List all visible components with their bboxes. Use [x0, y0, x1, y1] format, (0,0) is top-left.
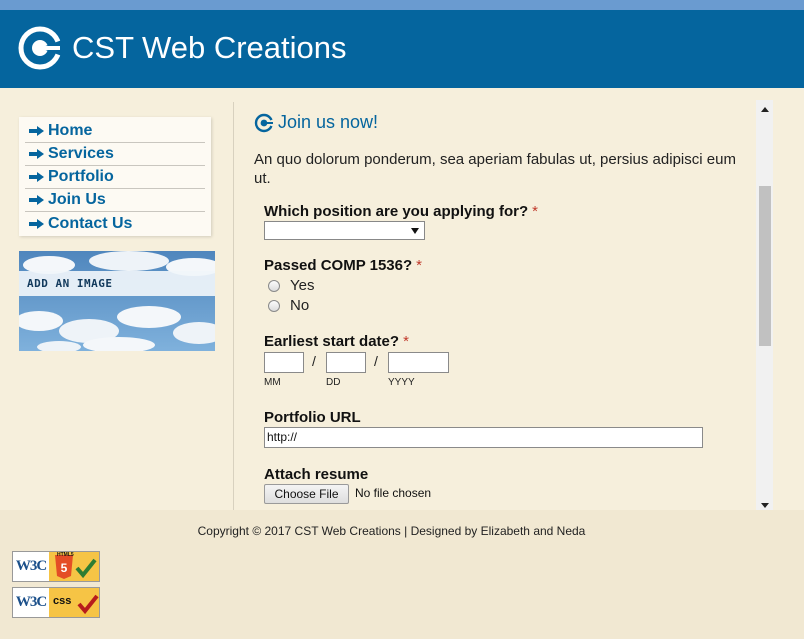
w3c-css-badge[interactable]: W3C css — [12, 587, 100, 618]
intro-text: An quo dolorum ponderum, sea aperiam fab… — [254, 151, 736, 187]
file-status: No file chosen — [355, 486, 432, 500]
scroll-thumb[interactable] — [759, 186, 771, 346]
arrow-right-icon — [29, 126, 44, 136]
content-scrollbar[interactable] — [756, 100, 773, 510]
sidebar-item-contact-us[interactable]: Contact Us — [25, 212, 205, 235]
ad-label: ADD AN IMAGE — [19, 271, 215, 296]
comp-option-yes[interactable]: Yes — [268, 277, 314, 294]
position-select[interactable] — [264, 221, 425, 240]
arrow-right-icon — [29, 218, 44, 229]
sidebar-item-label: Contact Us — [48, 214, 133, 232]
radio-label: Yes — [290, 277, 315, 294]
required-marker: * — [416, 257, 422, 274]
w3c-logo: W3C — [15, 558, 47, 574]
w3c-logo: W3C — [15, 594, 47, 610]
check-icon — [77, 594, 99, 615]
month-caption: MM — [264, 377, 281, 388]
sidebar-item-services[interactable]: Services — [25, 143, 205, 166]
month-input[interactable] — [264, 352, 304, 373]
radio-label: No — [290, 297, 310, 314]
question-label: Which position are you applying for? — [264, 203, 529, 220]
sidebar-item-join-us[interactable]: Join Us — [25, 189, 205, 212]
day-input[interactable] — [326, 352, 366, 373]
date-question: Earliest start date? * — [264, 333, 409, 350]
site-title[interactable]: CST Web Creations — [72, 30, 347, 66]
svg-text:5: 5 — [61, 561, 68, 575]
position-question: Which position are you applying for? * — [264, 203, 538, 220]
day-caption: DD — [326, 377, 341, 388]
question-label: Earliest start date? — [264, 333, 400, 350]
choose-file-button[interactable]: Choose File — [264, 484, 349, 504]
clouds-image — [19, 251, 215, 351]
resume-label: Attach resume — [264, 466, 369, 483]
required-marker: * — [532, 203, 539, 220]
portfolio-url-input[interactable]: http:// — [264, 427, 703, 448]
arrow-right-icon — [29, 195, 44, 205]
date-separator: / — [312, 353, 316, 369]
site-header: CST Web Creations — [0, 10, 804, 88]
ad-image-placeholder: ADD AN IMAGE — [19, 251, 215, 351]
sidebar-item-label: Services — [48, 145, 114, 162]
comp-question: Passed COMP 1536? * — [264, 257, 422, 274]
page-heading: Join us now! — [254, 112, 378, 133]
chevron-down-icon — [411, 228, 419, 234]
scroll-down-icon[interactable] — [761, 503, 769, 508]
portfolio-label: Portfolio URL — [264, 409, 361, 426]
site-footer: Copyright © 2017 CST Web Creations | Des… — [0, 510, 804, 639]
main-content: Join us now! An quo dolorum ponderum, se… — [234, 100, 756, 510]
sidebar-item-label: Join Us — [48, 191, 106, 208]
sidebar-nav: Home Services Portfolio Join Us Contact … — [19, 117, 211, 236]
sidebar-item-label: Home — [48, 122, 93, 139]
sidebar-item-portfolio[interactable]: Portfolio — [25, 166, 205, 189]
arrow-right-icon — [29, 172, 44, 182]
year-input[interactable] — [388, 352, 449, 373]
date-separator: / — [374, 353, 378, 369]
html5-shield: 5 HTML5 — [49, 552, 99, 581]
year-caption: YYYY — [388, 377, 415, 388]
cst-logo-icon — [18, 26, 62, 70]
comp-option-no[interactable]: No — [268, 297, 309, 314]
sidebar-item-label: Portfolio — [48, 168, 114, 185]
radio-button[interactable] — [268, 299, 280, 312]
radio-button[interactable] — [268, 279, 280, 292]
arrow-right-icon — [29, 149, 44, 159]
w3c-html5-badge[interactable]: W3C 5 HTML5 — [12, 551, 100, 582]
page-title: Join us now! — [278, 112, 379, 132]
css-shield: css — [49, 588, 99, 617]
badge-label: HTML5 — [57, 552, 74, 558]
scroll-up-icon[interactable] — [761, 107, 769, 112]
required-marker: * — [403, 333, 409, 350]
cst-logo-icon — [254, 113, 274, 132]
copyright-text: Copyright © 2017 CST Web Creations | Des… — [197, 524, 586, 538]
sidebar-item-home[interactable]: Home — [25, 120, 205, 143]
top-strip — [0, 0, 804, 10]
question-label: Passed COMP 1536? — [264, 257, 413, 274]
